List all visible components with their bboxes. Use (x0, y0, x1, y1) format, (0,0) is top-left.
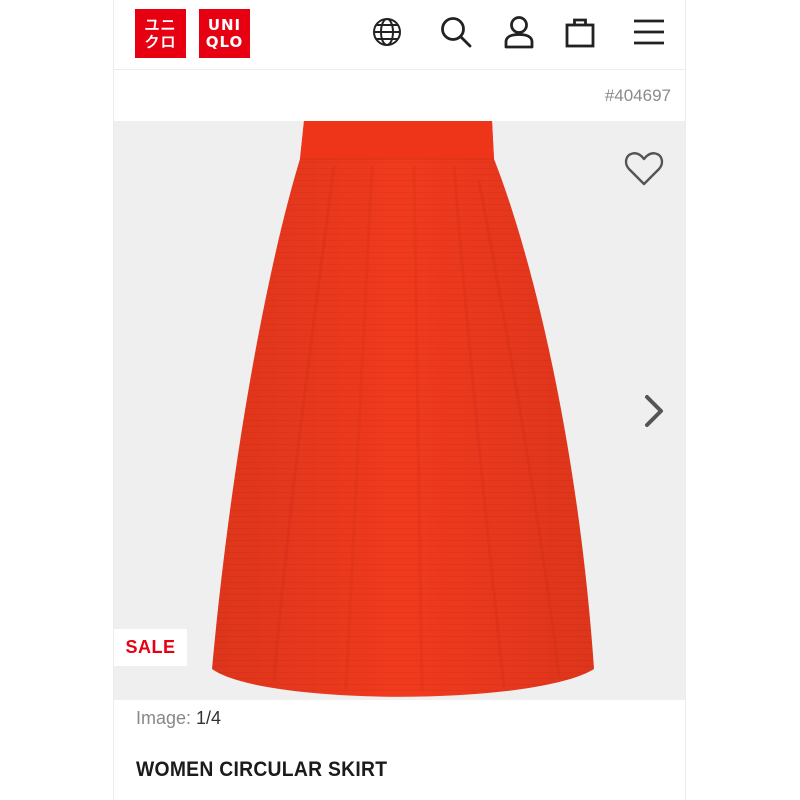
site-header: ユニ クロ UNI QLO (114, 0, 685, 70)
product-title: WOMEN CIRCULAR SKIRT (136, 758, 388, 781)
logo-jp-line-1: ユニ (144, 15, 177, 34)
menu-icon[interactable] (631, 14, 667, 50)
account-icon[interactable] (501, 14, 537, 50)
search-icon[interactable] (438, 14, 474, 50)
image-counter-value: 1/4 (196, 708, 222, 728)
uniqlo-logo-katakana[interactable]: ユニ クロ (135, 9, 186, 58)
product-number: #404697 (604, 86, 671, 105)
sale-badge: SALE (114, 629, 187, 666)
product-image (212, 121, 594, 697)
favorite-heart-icon[interactable] (623, 147, 665, 189)
logo-en-line-2: QLO (205, 32, 244, 51)
globe-icon[interactable] (369, 14, 405, 50)
uniqlo-logo-latin[interactable]: UNI QLO (199, 9, 250, 58)
image-counter-label: Image: (136, 708, 192, 728)
image-counter: Image: 1/4 (136, 708, 221, 729)
shopping-bag-icon[interactable] (562, 14, 598, 50)
product-image-carousel[interactable]: SALE (114, 121, 685, 700)
logo-en-line-1: UNI (207, 15, 242, 34)
product-page: ユニ クロ UNI QLO #404697 SALE Image: 1/4 WO… (113, 0, 686, 800)
logo-jp-line-2: クロ (144, 32, 177, 51)
next-image-chevron-icon[interactable] (639, 391, 669, 431)
